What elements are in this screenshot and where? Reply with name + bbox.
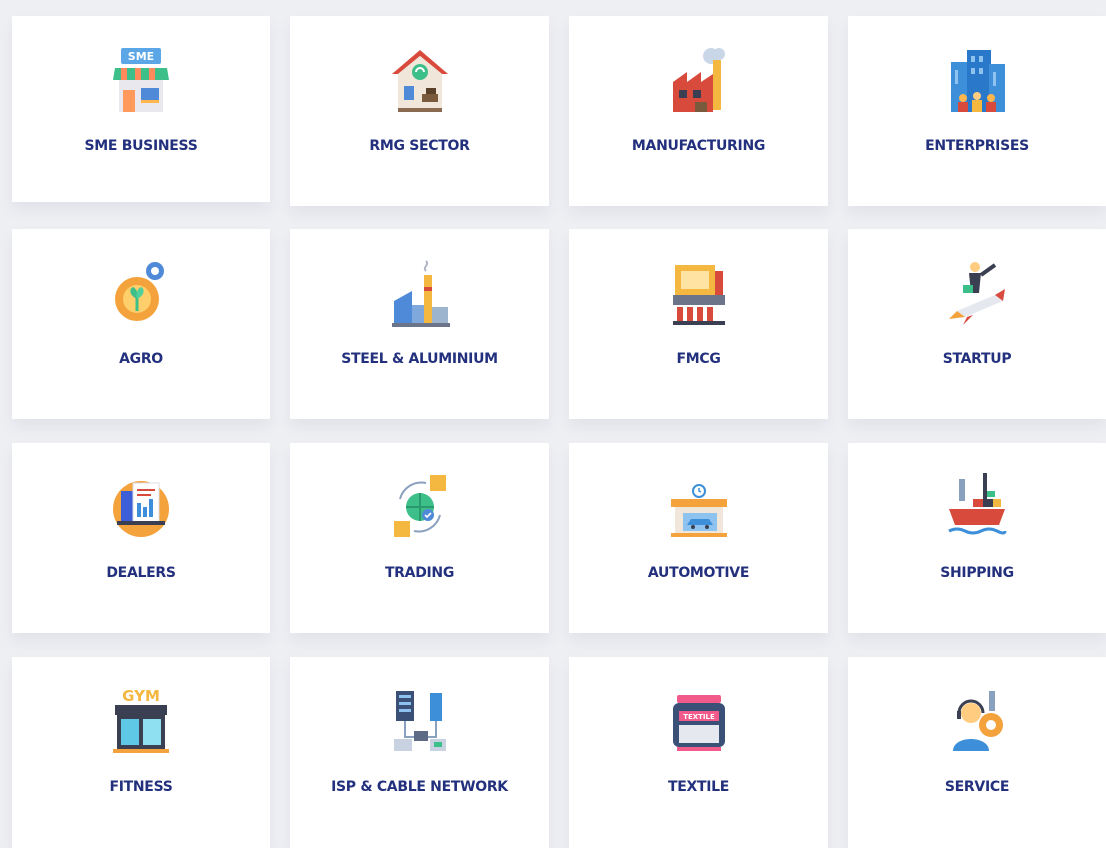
rmg-house-icon (386, 42, 454, 118)
svg-text:GYM: GYM (122, 687, 160, 705)
industry-label: FMCG (676, 351, 721, 367)
industry-label: DEALERS (106, 565, 176, 581)
card-service[interactable]: SERVICE (848, 657, 1106, 848)
card-fmcg[interactable]: FMCG (569, 229, 828, 419)
card-manufacturing[interactable]: MANUFACTURING (569, 16, 828, 206)
industry-label: ENTERPRISES (925, 138, 1029, 154)
industry-label: TEXTILE (667, 779, 730, 795)
card-automotive[interactable]: AUTOMOTIVE (569, 443, 828, 633)
server-network-icon (386, 683, 454, 759)
industry-label: TRADING (384, 565, 455, 581)
card-shipping[interactable]: SHIPPING (848, 443, 1106, 633)
sme-shop-icon: SME (107, 42, 175, 118)
gym-icon: GYM (107, 683, 175, 759)
fmcg-machine-icon (665, 255, 733, 331)
industry-label: AUTOMOTIVE (647, 565, 750, 581)
service-agent-icon (943, 683, 1011, 759)
rocket-man-icon (943, 255, 1011, 331)
dealer-chart-icon (107, 469, 175, 545)
industry-label: FITNESS (109, 779, 173, 795)
card-agro[interactable]: AGRO (12, 229, 270, 419)
industry-label: MANUFACTURING (631, 138, 766, 154)
industry-label: ISP & CABLE NETWORK (331, 779, 508, 795)
card-isp-cable-network[interactable]: ISP & CABLE NETWORK (290, 657, 549, 848)
industry-label: SME BUSINESS (84, 138, 198, 154)
industry-label: STARTUP (942, 351, 1012, 367)
card-rmg-sector[interactable]: RMG SECTOR (290, 16, 549, 206)
agro-gear-plant-icon (107, 255, 175, 331)
industry-label: SERVICE (944, 779, 1010, 795)
card-textile[interactable]: TEXTILE TEXTILE (569, 657, 828, 848)
industry-label: SHIPPING (940, 565, 1014, 581)
card-dealers[interactable]: DEALERS (12, 443, 270, 633)
card-steel-aluminium[interactable]: STEEL & ALUMINIUM (290, 229, 549, 419)
car-garage-icon (665, 469, 733, 545)
industry-grid: SME SME BUSINESS RMG SECTOR MANUFACTURIN… (0, 0, 1106, 848)
industry-label: RMG SECTOR (369, 138, 470, 154)
card-startup[interactable]: STARTUP (848, 229, 1106, 419)
svg-text:SME: SME (128, 50, 154, 63)
globe-trade-icon (386, 469, 454, 545)
card-trading[interactable]: TRADING (290, 443, 549, 633)
card-enterprises[interactable]: ENTERPRISES (848, 16, 1106, 206)
card-fitness[interactable]: GYM FITNESS (12, 657, 270, 848)
industry-label: STEEL & ALUMINIUM (341, 351, 498, 367)
enterprise-building-icon (943, 42, 1011, 118)
card-sme-business[interactable]: SME SME BUSINESS (12, 16, 270, 202)
svg-text:TEXTILE: TEXTILE (683, 713, 715, 721)
cargo-ship-icon (943, 469, 1011, 545)
industry-label: AGRO (119, 351, 163, 367)
steel-mill-icon (386, 255, 454, 331)
factory-icon (665, 42, 733, 118)
textile-box-icon: TEXTILE (665, 683, 733, 759)
